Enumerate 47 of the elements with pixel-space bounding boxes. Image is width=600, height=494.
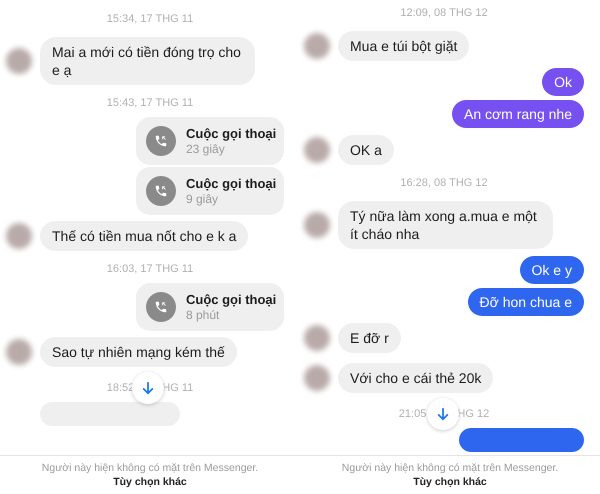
- avatar[interactable]: [6, 339, 32, 365]
- avatar[interactable]: [6, 48, 32, 74]
- message-bubble: OK a: [338, 135, 394, 165]
- call-title: Cuộc gọi thoại: [186, 292, 276, 308]
- arrow-down-icon: [141, 381, 156, 395]
- message-bubble: Thế có tiền mua nốt cho e k a: [40, 221, 248, 251]
- call-card[interactable]: Cuộc gọi thoại 23 giây: [136, 117, 284, 165]
- call-title: Cuộc gọi thoại: [186, 176, 276, 192]
- call-title: Cuộc gọi thoại: [186, 126, 276, 142]
- message-bubble: Mua e túi bột giặt: [338, 31, 470, 61]
- call-duration: 23 giây: [186, 142, 226, 156]
- message-bubble: Với cho e cái thẻ 20k: [338, 363, 494, 393]
- status-notice: Người này hiện không có mặt trên Messenger. Tùy chọn khác: [340, 461, 560, 489]
- message-bubble: Ok: [542, 68, 584, 96]
- call-card[interactable]: Cuộc gọi thoại 9 giây: [136, 167, 284, 215]
- timestamp: 21:05,: [398, 406, 430, 422]
- call-card[interactable]: Cuộc gọi thoại 8 phút: [136, 283, 284, 331]
- message-bubble: Đỡ hon chua e: [468, 288, 584, 316]
- call-duration: 9 giây: [186, 192, 220, 206]
- avatar[interactable]: [304, 365, 330, 391]
- call-duration: 8 phút: [186, 308, 220, 322]
- message-bubble: Mai a mới có tiền đóng trọ cho e ạ: [40, 37, 255, 85]
- phone-icon: [146, 292, 176, 322]
- status-notice: Người này hiện không có mặt trên Messenger. Tùy chọn khác: [40, 461, 260, 489]
- timestamp: 15:43, 17 THG 11: [106, 96, 194, 110]
- scroll-down-button[interactable]: [132, 372, 164, 404]
- arrow-down-icon: [436, 407, 450, 421]
- avatar[interactable]: [304, 33, 330, 59]
- message-bubble: Sao tự nhiên mạng kém thế: [40, 337, 237, 367]
- timestamp: 16:03, 17 THG 11: [106, 262, 194, 276]
- message-bubble: Ok e y: [520, 256, 584, 284]
- avatar[interactable]: [304, 325, 330, 351]
- message-bubble: E đỡ r: [338, 323, 401, 353]
- phone-icon: [146, 126, 176, 156]
- more-options-link[interactable]: Tùy chọn khác: [413, 476, 487, 488]
- message-bubble: Tý nữa làm xong a.mua e một ít cháo nha: [338, 201, 553, 249]
- timestamp: 12:09, 08 THG 12: [400, 6, 488, 20]
- message-bubble: An cơm rang nhe: [452, 100, 584, 128]
- avatar[interactable]: [6, 223, 32, 249]
- timestamp: 16:28, 08 THG 12: [400, 176, 488, 190]
- timestamp: 15:34, 17 THG 11: [106, 12, 194, 26]
- avatar[interactable]: [304, 137, 330, 163]
- scroll-down-button[interactable]: [427, 398, 460, 430]
- more-options-link[interactable]: Tùy chọn khác: [113, 476, 187, 488]
- timestamp: HG 12: [457, 406, 490, 422]
- phone-icon: [146, 176, 176, 206]
- avatar[interactable]: [304, 212, 330, 238]
